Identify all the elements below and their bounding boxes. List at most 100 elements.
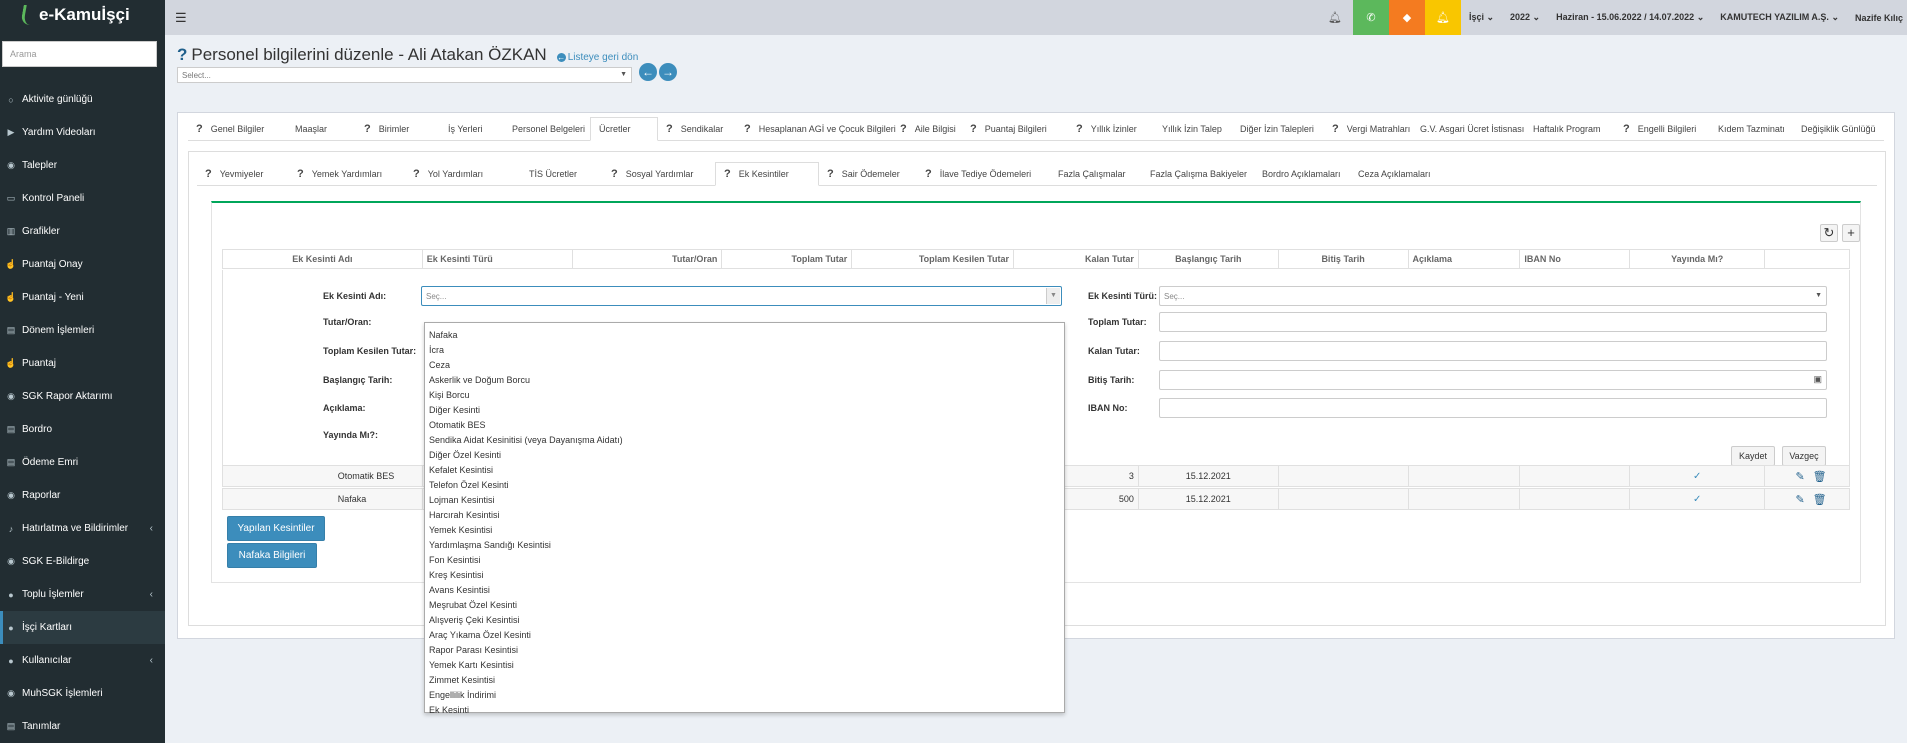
tab-tabs2-3[interactable]: TİS Ücretler — [521, 162, 603, 186]
ek-kesinti-turu-select[interactable]: Seç... ▼ — [1159, 286, 1827, 306]
tab-tabs2-8[interactable]: Fazla Çalışmalar — [1050, 162, 1142, 186]
help-icon[interactable]: ? — [413, 168, 420, 180]
help-icon[interactable]: ? — [205, 168, 212, 180]
period-select[interactable]: Haziran - 15.06.2022 / 14.07.2022 ⌄ — [1548, 12, 1712, 23]
add-icon[interactable]: + — [1842, 224, 1860, 242]
tab-tabs2-7[interactable]: ? İlave Tediye Ödemeleri — [917, 162, 1050, 186]
tab-tabs2-2[interactable]: ? Yol Yardımları — [405, 162, 521, 186]
company-select[interactable]: KAMUTECH YAZILIM A.Ş. ⌄ — [1712, 12, 1847, 23]
dropdown-option[interactable]: Lojman Kesintisi — [425, 492, 1064, 507]
sidebar-search-input[interactable]: Arama — [2, 41, 157, 67]
calendar-icon[interactable]: ▣ — [1813, 374, 1822, 385]
column-header[interactable]: Toplam Tutar — [722, 250, 853, 268]
sidebar-item-2[interactable]: ◉ Talepler — [0, 149, 165, 182]
refresh-icon[interactable]: ↻ — [1820, 224, 1838, 242]
help-icon[interactable]: ? — [900, 123, 907, 135]
dropdown-option[interactable]: Alışveriş Çeki Kesintisi — [425, 612, 1064, 627]
ek-kesinti-adi-select[interactable]: Seç... ▼ — [421, 286, 1062, 306]
dropdown-option[interactable]: Yemek Kartı Kesintisi — [425, 657, 1064, 672]
tab-tabs1-6[interactable]: ? Sendikalar — [658, 117, 736, 141]
dropdown-option[interactable]: Engellilik İndirimi — [425, 687, 1064, 702]
help-icon[interactable]: ? — [744, 123, 751, 135]
sidebar-item-1[interactable]: ▶ Yardım Videoları — [0, 116, 165, 149]
help-icon[interactable]: ? — [297, 168, 304, 180]
tab-tabs2-4[interactable]: ? Sosyal Yardımlar — [603, 162, 715, 186]
tab-tabs1-7[interactable]: ? Hesaplanan AGİ ve Çocuk Bilgileri — [736, 117, 896, 141]
column-header[interactable]: Kalan Tutar — [1014, 250, 1139, 268]
sidebar-item-3[interactable]: ▭ Kontrol Paneli — [0, 182, 165, 215]
personnel-select[interactable]: Select... ▼ — [177, 67, 632, 83]
dropdown-option[interactable]: Sendika Aidat Kesinitisi (veya Dayanışma… — [425, 432, 1064, 447]
next-arrow-icon[interactable]: → — [659, 63, 677, 81]
bell-icon[interactable]: 🔔︎ — [1317, 0, 1353, 35]
edit-icon[interactable]: ✎ — [1795, 493, 1804, 506]
ticket-icon[interactable]: ◆ — [1388, 0, 1425, 35]
column-header[interactable]: Bitiş Tarih — [1279, 250, 1409, 268]
help-icon[interactable]: ? — [196, 123, 203, 135]
nafaka-bilgileri-button[interactable]: Nafaka Bilgileri — [227, 543, 317, 568]
sidebar-item-9[interactable]: ◉ SGK Rapor Aktarımı — [0, 380, 165, 413]
back-to-list-link[interactable]: ← Listeye geri dön — [556, 52, 638, 63]
sidebar-item-6[interactable]: ☝ Puantaj - Yeni — [0, 281, 165, 314]
sidebar-item-11[interactable]: ▤ Ödeme Emri — [0, 446, 165, 479]
sidebar-item-19[interactable]: ▤ Tanımlar — [0, 710, 165, 743]
help-icon[interactable]: ? — [364, 123, 371, 135]
help-icon[interactable]: ? — [827, 168, 834, 180]
dropdown-option[interactable]: Meşrubat Özel Kesinti — [425, 597, 1064, 612]
tab-tabs1-15[interactable]: Haftalık Program — [1525, 117, 1615, 141]
tab-tabs1-16[interactable]: ? Engelli Bilgileri — [1615, 117, 1710, 141]
column-header-actions[interactable] — [1765, 250, 1849, 268]
dropdown-option[interactable]: Kefalet Kesintisi — [425, 462, 1064, 477]
prev-arrow-icon[interactable]: ← — [639, 63, 657, 81]
app-logo[interactable]: e-Kamuİşçi — [0, 0, 165, 30]
tab-tabs2-10[interactable]: Bordro Açıklamaları — [1254, 162, 1350, 186]
dropdown-option[interactable]: Diğer Kesinti — [425, 402, 1064, 417]
dropdown-option[interactable]: Telefon Özel Kesinti — [425, 477, 1064, 492]
tab-tabs2-6[interactable]: ? Sair Ödemeler — [819, 162, 917, 186]
sidebar-item-18[interactable]: ◉ MuhSGK İşlemleri — [0, 677, 165, 710]
tab-tabs1-3[interactable]: İş Yerleri — [440, 117, 504, 141]
tab-tabs1-18[interactable]: Değişiklik Günlüğü — [1793, 117, 1881, 141]
edit-icon[interactable]: ✎ — [1795, 470, 1804, 483]
tab-tabs1-0[interactable]: ? Genel Bilgiler — [188, 117, 287, 141]
save-button[interactable]: Kaydet — [1731, 446, 1775, 466]
tab-tabs1-13[interactable]: ? Vergi Matrahları — [1324, 117, 1412, 141]
column-header[interactable]: Ek Kesinti Adı — [223, 250, 423, 268]
dropdown-option[interactable]: Araç Yıkama Özel Kesinti — [425, 627, 1064, 642]
kalan-tutar-input[interactable] — [1159, 341, 1827, 361]
sidebar-item-16[interactable]: ● İşçi Kartları — [0, 611, 165, 644]
sidebar-item-8[interactable]: ☝ Puantaj — [0, 347, 165, 380]
help-icon[interactable]: ? — [177, 45, 187, 65]
sidebar-item-4[interactable]: ▥ Grafikler — [0, 215, 165, 248]
tab-tabs1-14[interactable]: G.V. Asgari Ücret İstisnası — [1412, 117, 1525, 141]
tab-tabs2-0[interactable]: ? Yevmiyeler — [197, 162, 289, 186]
dropdown-option[interactable]: Diğer Özel Kesinti — [425, 447, 1064, 462]
column-header[interactable]: Başlangıç Tarih — [1139, 250, 1279, 268]
column-header[interactable]: Toplam Kesilen Tutar — [852, 250, 1015, 268]
hamburger-icon[interactable]: ☰ — [175, 10, 199, 26]
tab-tabs1-5[interactable]: Ücretler — [590, 117, 658, 141]
sidebar-item-10[interactable]: ▤ Bordro — [0, 413, 165, 446]
dropdown-option[interactable]: Zimmet Kesintisi — [425, 672, 1064, 687]
dropdown-option[interactable]: Ek Kesinti — [425, 702, 1064, 717]
tab-tabs1-12[interactable]: Diğer İzin Talepleri — [1232, 117, 1324, 141]
bitis-tarih-input[interactable]: ▣ — [1159, 370, 1827, 390]
help-icon[interactable]: ? — [611, 168, 618, 180]
column-header[interactable]: Tutar/Oran — [573, 250, 723, 268]
help-icon[interactable]: ? — [724, 168, 731, 180]
tab-tabs1-1[interactable]: Maaşlar — [287, 117, 356, 141]
sidebar-item-5[interactable]: ☝ Puantaj Onay — [0, 248, 165, 281]
tab-tabs2-5[interactable]: ? Ek Kesintiler — [715, 162, 819, 186]
help-icon[interactable]: ? — [1076, 123, 1083, 135]
tab-tabs2-9[interactable]: Fazla Çalışma Bakiyeler — [1142, 162, 1254, 186]
dropdown-option[interactable]: Kişi Borcu — [425, 387, 1064, 402]
dropdown-option[interactable]: İcra — [425, 342, 1064, 357]
help-icon[interactable]: ? — [1623, 123, 1630, 135]
dropdown-option[interactable]: Ceza — [425, 357, 1064, 372]
tab-tabs2-1[interactable]: ? Yemek Yardımları — [289, 162, 405, 186]
column-header[interactable]: Açıklama — [1409, 250, 1521, 268]
toplam-tutar-input[interactable] — [1159, 312, 1827, 332]
yapilan-kesintiler-button[interactable]: Yapılan Kesintiler — [227, 516, 325, 541]
dropdown-option[interactable]: Rapor Parası Kesintisi — [425, 642, 1064, 657]
tab-tabs1-4[interactable]: Personel Belgeleri — [504, 117, 590, 141]
